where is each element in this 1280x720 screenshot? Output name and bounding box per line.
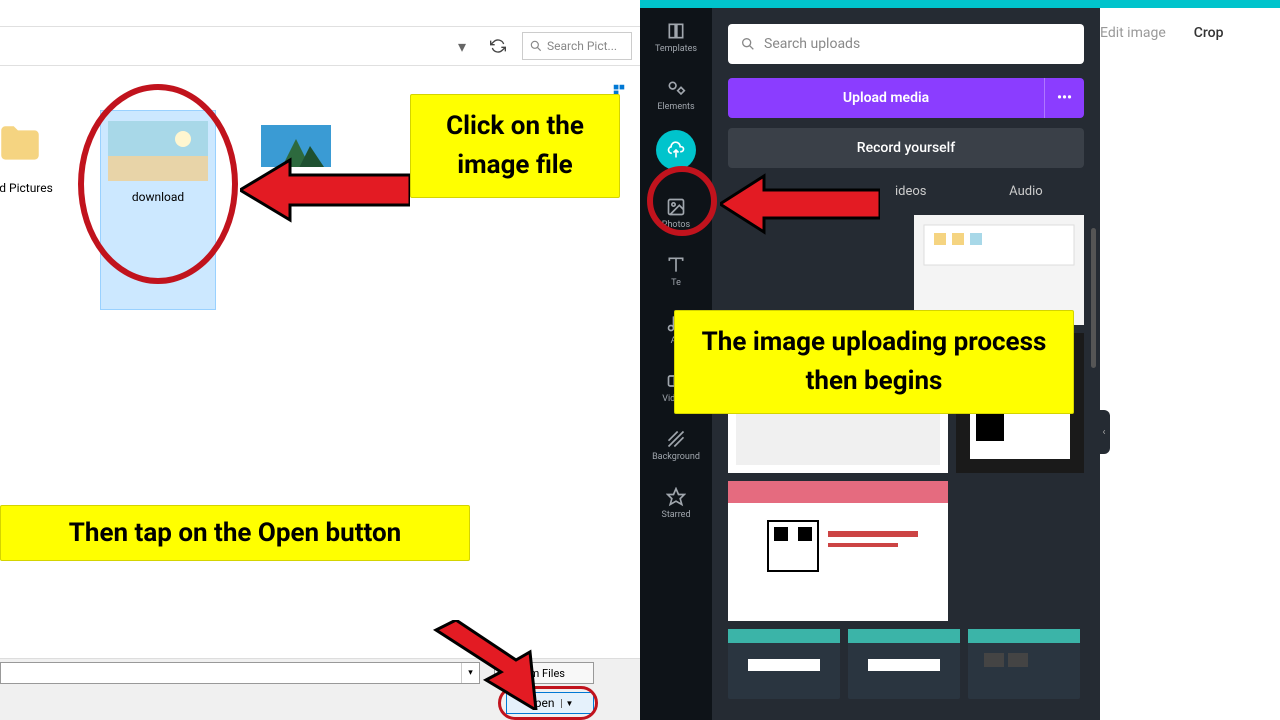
annotation-circle-file <box>78 84 238 284</box>
nav-dropdown-icon[interactable]: ▾ <box>458 37 476 55</box>
sidebar-label: Background <box>652 452 700 462</box>
canva-toolbar: Edit image Crop <box>1100 8 1224 58</box>
sidebar-background[interactable]: Background <box>640 416 712 474</box>
uploads-search-input[interactable]: Search uploads <box>728 24 1084 64</box>
record-label: Record yourself <box>857 140 955 156</box>
upload-thumb[interactable] <box>848 629 960 699</box>
upload-thumb[interactable] <box>914 215 1084 325</box>
sidebar-uploads[interactable] <box>656 130 696 170</box>
search-placeholder: Search uploads <box>764 36 860 52</box>
uploads-grid <box>728 215 1084 699</box>
upload-more-icon[interactable]: ••• <box>1044 78 1084 118</box>
annotation-arrow-to-file <box>240 150 410 250</box>
sidebar-elements[interactable]: Elements <box>640 66 712 124</box>
sidebar-label: Starred <box>661 510 690 520</box>
annotation-tap-open: Then tap on the Open button <box>0 505 470 561</box>
dialog-header: ▾ Search Pict... <box>0 26 640 66</box>
annotation-uploading: The image uploading process then begins <box>674 310 1074 414</box>
upload-thumb[interactable] <box>968 629 1080 699</box>
annotation-circle-upload <box>647 166 717 236</box>
refresh-button[interactable] <box>484 32 512 60</box>
upload-thumb[interactable] <box>728 481 948 621</box>
sidebar-label: Templates <box>655 44 697 54</box>
search-placeholder: Search Pict... <box>547 39 617 53</box>
folder-saved-pictures[interactable]: ved Pictures <box>0 110 70 310</box>
dialog-search-input[interactable]: Search Pict... <box>522 32 632 60</box>
record-yourself-button[interactable]: Record yourself <box>728 128 1084 168</box>
canva-title-bar <box>640 0 1280 8</box>
sidebar-label: Te <box>671 278 681 288</box>
sidebar-templates[interactable]: Templates <box>640 8 712 66</box>
tab-audio[interactable]: Audio <box>1009 184 1042 199</box>
panel-collapse-handle[interactable]: ‹ <box>1098 410 1110 454</box>
panel-scrollbar[interactable] <box>1091 228 1096 368</box>
annotation-arrow-to-upload <box>720 170 880 250</box>
annotation-arrow-to-open <box>416 620 556 710</box>
sidebar-label: Elements <box>657 102 694 112</box>
edit-image-button[interactable]: Edit image <box>1100 25 1166 41</box>
tab-videos[interactable]: ideos <box>895 184 927 199</box>
filename-input[interactable]: ▾ <box>0 662 480 684</box>
sidebar-starred[interactable]: Starred <box>640 474 712 532</box>
sidebar-text[interactable]: Te <box>640 242 712 300</box>
upload-label: Upload media <box>728 90 1044 106</box>
annotation-click-image: Click on the image file <box>410 94 620 198</box>
folder-label: ved Pictures <box>0 181 70 195</box>
upload-media-button[interactable]: Upload media ••• <box>728 78 1084 118</box>
crop-button[interactable]: Crop <box>1194 25 1224 41</box>
upload-thumb[interactable] <box>728 629 840 699</box>
